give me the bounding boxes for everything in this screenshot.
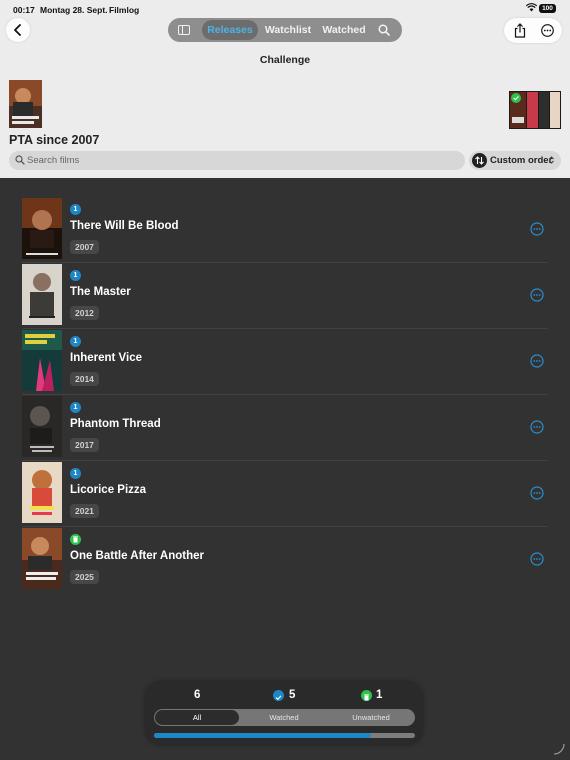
film-year: 2017 [70, 438, 99, 452]
watch-stats-panel: 6 5 1 All Watched Unwatched [146, 682, 422, 744]
rating-badge: 1 [70, 270, 81, 281]
share-icon[interactable] [513, 23, 527, 38]
more-options-icon[interactable] [530, 420, 544, 434]
film-poster [22, 396, 62, 457]
sort-order-label: Custom order [490, 155, 553, 166]
search-input[interactable] [27, 151, 447, 170]
film-poster [22, 462, 62, 523]
list-title: PTA since 2007 [9, 133, 100, 147]
status-date: Montag 28. Sept. [40, 5, 108, 15]
checkmark-icon [275, 695, 282, 701]
film-year: 2025 [70, 570, 99, 584]
battery-icon: 100 [539, 4, 556, 13]
more-options-icon[interactable] [530, 552, 544, 566]
sidebar-toggle-icon[interactable] [178, 25, 190, 35]
film-year: 2007 [70, 240, 99, 254]
list-item[interactable]: One Battle After Another 2025 [22, 527, 548, 593]
sort-arrows-icon [475, 156, 484, 165]
watch-filter-control: All Watched Unwatched [154, 709, 415, 726]
back-button[interactable] [6, 18, 30, 42]
all-count: 6 [194, 689, 201, 701]
tab-releases[interactable]: Releases [202, 20, 258, 40]
trash-icon [73, 536, 78, 543]
sort-icon [472, 153, 487, 168]
rating-badge: 1 [70, 336, 81, 347]
unwatched-badge [70, 534, 81, 545]
header-area: 00:17 Montag 28. Sept. Filmlog 100 Relea… [0, 0, 570, 178]
film-title: Phantom Thread [70, 418, 161, 430]
tab-watched[interactable]: Watched [318, 18, 370, 42]
list-item[interactable]: 1 Licorice Pizza 2021 [22, 461, 548, 527]
rating-badge: 1 [70, 468, 81, 479]
status-app-name: Filmlog [109, 5, 140, 15]
film-year: 2021 [70, 504, 99, 518]
filter-watched[interactable]: Watched [242, 709, 326, 726]
film-poster [22, 198, 62, 259]
unwatched-count: 1 [376, 689, 383, 701]
search-icon [15, 155, 25, 165]
watched-count: 5 [289, 689, 296, 701]
film-poster [22, 330, 62, 391]
rating-badge: 1 [70, 204, 81, 215]
tab-watchlist[interactable]: Watchlist [260, 18, 316, 42]
film-year: 2012 [70, 306, 99, 320]
film-title: Licorice Pizza [70, 484, 147, 496]
list-cover-poster [9, 80, 42, 128]
more-options-icon[interactable] [530, 486, 544, 500]
more-options-icon[interactable] [530, 222, 544, 236]
resize-handle-icon[interactable] [552, 742, 566, 756]
section-label: Challenge [259, 54, 311, 66]
film-poster [22, 528, 62, 589]
watched-progress-bar [154, 733, 415, 738]
rating-badge: 1 [70, 402, 81, 413]
list-item[interactable]: 1 There Will Be Blood 2007 [22, 197, 548, 263]
action-pill [504, 18, 562, 43]
more-options-icon[interactable] [541, 24, 554, 37]
filter-all[interactable]: All [155, 710, 239, 725]
list-item[interactable]: 1 Inherent Vice 2014 [22, 329, 548, 395]
search-icon[interactable] [378, 24, 390, 36]
film-poster [22, 264, 62, 325]
wifi-icon [526, 3, 537, 12]
list-item[interactable]: 1 The Master 2012 [22, 263, 548, 329]
film-title: The Master [70, 286, 131, 298]
film-title: Inherent Vice [70, 352, 143, 364]
sort-order-button[interactable]: Custom order [469, 151, 561, 170]
filter-unwatched[interactable]: Unwatched [329, 709, 413, 726]
more-options-icon[interactable] [530, 288, 544, 302]
unwatched-icon [361, 690, 372, 701]
status-bar: 00:17 Montag 28. Sept. Filmlog 100 [0, 0, 570, 18]
trash-icon [364, 694, 369, 701]
more-options-icon[interactable] [530, 354, 544, 368]
watched-progress-fill [154, 733, 372, 738]
watched-collage-thumbnail [509, 91, 561, 129]
list-item[interactable]: 1 Phantom Thread 2017 [22, 395, 548, 461]
chevron-updown-icon [549, 156, 554, 164]
search-bar[interactable] [9, 151, 465, 170]
chevron-left-icon [14, 24, 21, 36]
status-time: 00:17 [13, 5, 35, 15]
film-title: One Battle After Another [70, 550, 204, 562]
film-year: 2014 [70, 372, 99, 386]
top-segmented-control: Releases Watchlist Watched [168, 18, 402, 42]
watched-check-icon [273, 690, 284, 701]
film-title: There Will Be Blood [70, 220, 179, 232]
